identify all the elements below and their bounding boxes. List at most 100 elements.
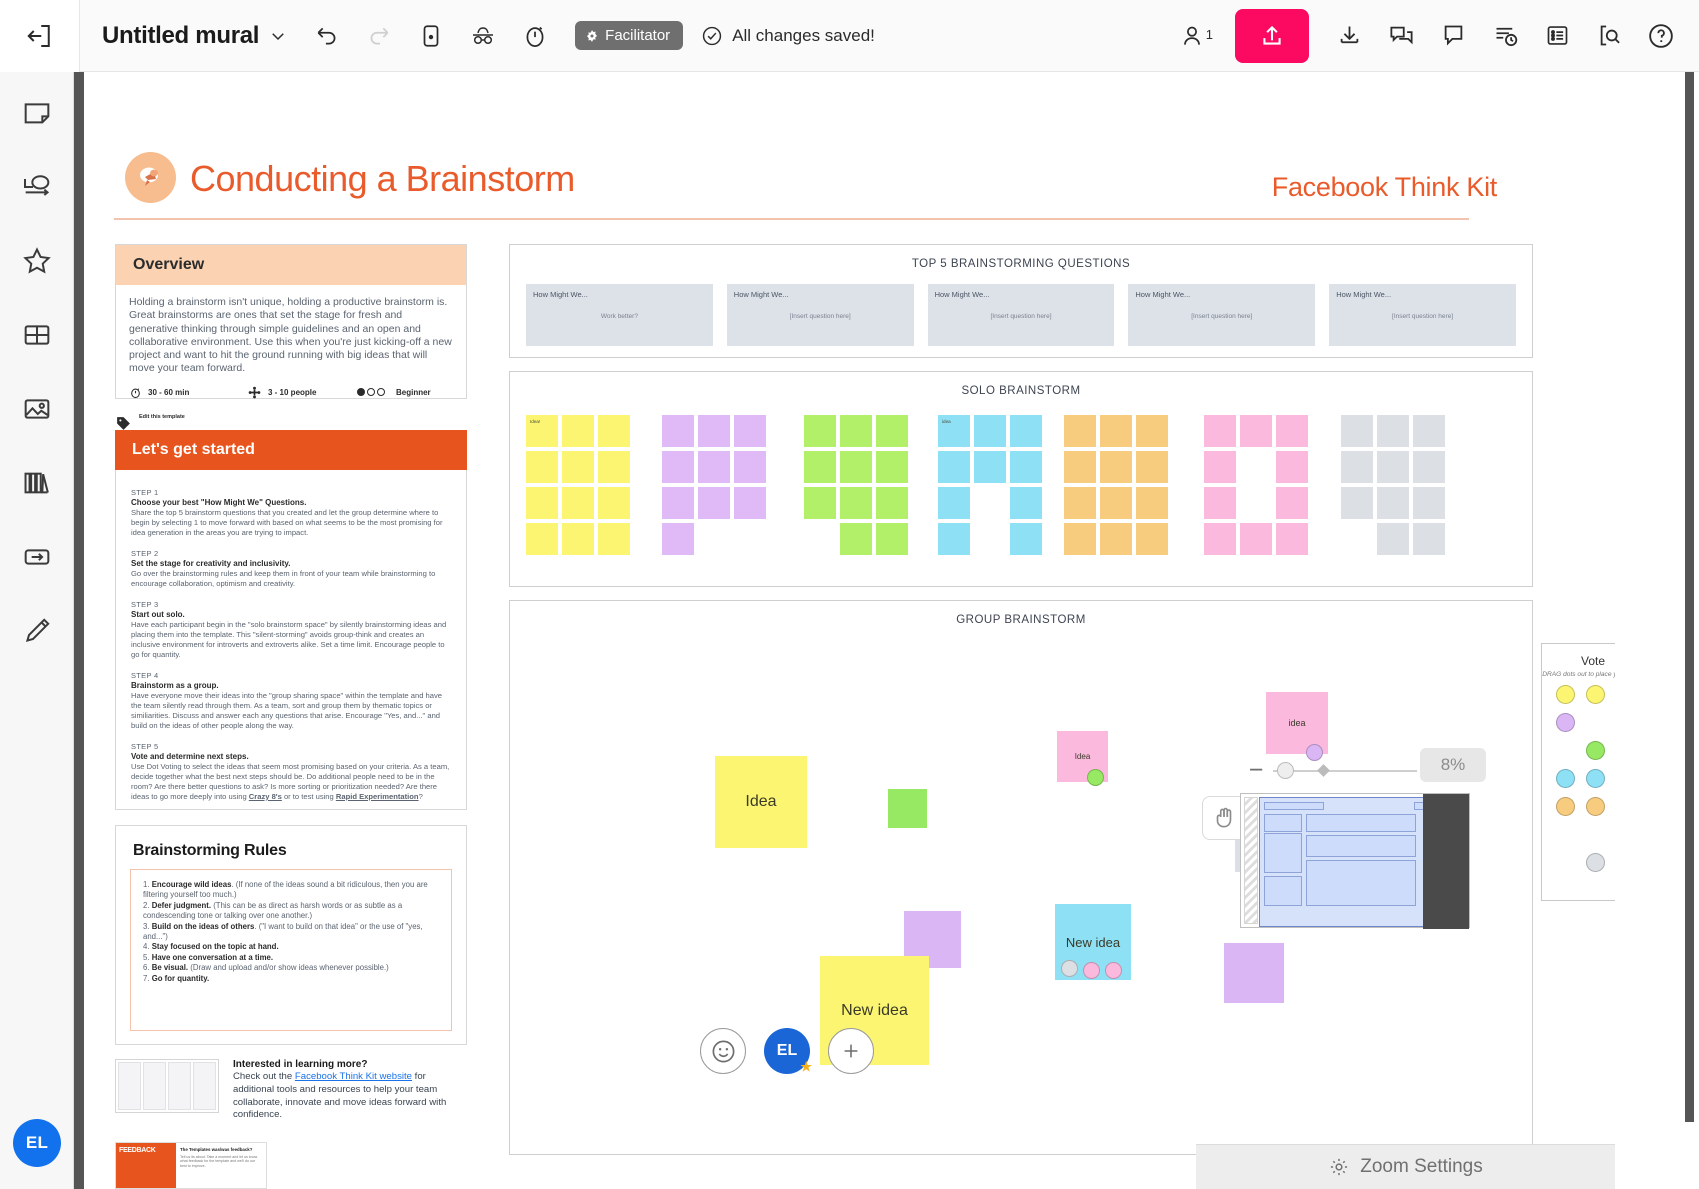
- sticky-note[interactable]: idea: [1266, 692, 1328, 761]
- activity-button[interactable]: [1483, 14, 1527, 58]
- sticky-note[interactable]: [662, 487, 694, 519]
- emoji-reaction-icon[interactable]: [700, 1028, 746, 1074]
- sticky-note[interactable]: Idea: [1057, 731, 1108, 786]
- sticky-note[interactable]: [1377, 451, 1409, 483]
- sticky-note[interactable]: [1010, 451, 1042, 483]
- sticky-note[interactable]: [1413, 487, 1445, 519]
- image-icon[interactable]: [14, 386, 60, 432]
- zoom-slider-track[interactable]: [1273, 761, 1417, 779]
- download-button[interactable]: [1327, 14, 1371, 58]
- sticky-note[interactable]: [662, 415, 694, 447]
- sticky-note[interactable]: [1136, 523, 1168, 555]
- sticky-note[interactable]: [804, 487, 836, 519]
- sticky-note[interactable]: [1341, 451, 1373, 483]
- vote-dot[interactable]: [1556, 769, 1575, 788]
- exit-icon[interactable]: [0, 0, 80, 72]
- mural-title[interactable]: Untitled mural: [102, 22, 259, 50]
- sticky-note[interactable]: [1224, 943, 1284, 1003]
- feedback-card[interactable]: FEEDBACK The Templates was/was feedback?…: [115, 1142, 267, 1189]
- sticky-note[interactable]: [1341, 415, 1373, 447]
- timer-icon[interactable]: [513, 14, 557, 58]
- sticky-note[interactable]: [734, 415, 766, 447]
- sticky-note[interactable]: [1204, 415, 1236, 447]
- sticky-note[interactable]: [1240, 523, 1272, 555]
- canvas[interactable]: Conducting a Brainstorm Facebook Think K…: [84, 72, 1699, 1189]
- sticky-note[interactable]: [662, 451, 694, 483]
- sticky-note[interactable]: [1204, 487, 1236, 519]
- sticky-note[interactable]: [562, 487, 594, 519]
- private-mode-icon[interactable]: [461, 14, 505, 58]
- outline-button[interactable]: [1535, 14, 1579, 58]
- comment-button[interactable]: [1431, 14, 1475, 58]
- vote-dot[interactable]: [1556, 713, 1575, 732]
- sticky-note-icon[interactable]: [14, 90, 60, 136]
- sticky-note[interactable]: [598, 487, 630, 519]
- sticky-note[interactable]: [1010, 523, 1042, 555]
- think-kit-link[interactable]: Facebook Think Kit website: [295, 1071, 412, 1082]
- sticky-note[interactable]: [1064, 523, 1096, 555]
- sticky-note[interactable]: [1413, 451, 1445, 483]
- question-card[interactable]: How Might We... [Insert question here]: [927, 284, 1115, 346]
- question-card[interactable]: How Might We... [Insert question here]: [1128, 284, 1316, 346]
- sticky-note[interactable]: [1064, 415, 1096, 447]
- sticky-note[interactable]: [876, 523, 908, 555]
- vote-dot[interactable]: [1556, 797, 1575, 816]
- sticky-note[interactable]: [1136, 487, 1168, 519]
- help-button[interactable]: [1639, 14, 1683, 58]
- sticky-note[interactable]: [974, 415, 1006, 447]
- zoom-settings-bar[interactable]: Zoom Settings: [1196, 1144, 1615, 1189]
- zoom-slider-row[interactable]: − +: [1245, 756, 1445, 785]
- sticky-note[interactable]: Idea!: [526, 415, 558, 447]
- vote-dot[interactable]: [1586, 797, 1605, 816]
- find-button[interactable]: [1587, 14, 1631, 58]
- sticky-note[interactable]: [698, 451, 730, 483]
- framework-grid-icon[interactable]: [14, 312, 60, 358]
- vote-dot[interactable]: [1586, 853, 1605, 872]
- presence-avatar-me[interactable]: EL ★: [764, 1028, 812, 1074]
- sticky-note[interactable]: [1010, 415, 1042, 447]
- canvas-vertical-scrollbar[interactable]: [1685, 72, 1694, 1122]
- sticky-note[interactable]: [526, 523, 558, 555]
- sticky-note[interactable]: [734, 451, 766, 483]
- template-thumbnails[interactable]: [115, 1059, 219, 1113]
- sticky-note[interactable]: [1276, 523, 1308, 555]
- sticky-note[interactable]: [1064, 451, 1096, 483]
- sticky-note[interactable]: idea: [938, 415, 970, 447]
- crazy-eights-link[interactable]: Crazy 8's: [249, 792, 282, 801]
- sticky-note[interactable]: [1377, 487, 1409, 519]
- vote-dot[interactable]: [1061, 960, 1078, 977]
- members-button[interactable]: 1: [1179, 23, 1213, 49]
- chevron-down-icon[interactable]: [269, 27, 287, 45]
- sticky-note[interactable]: [1413, 415, 1445, 447]
- library-icon[interactable]: [14, 460, 60, 506]
- solo-brainstorm-panel[interactable]: SOLO BRAINSTORM Idea! idea: [509, 371, 1533, 587]
- sticky-note[interactable]: [698, 487, 730, 519]
- overview-card[interactable]: Overview Holding a brainstorm isn't uniq…: [115, 244, 467, 399]
- sticky-note[interactable]: [526, 487, 558, 519]
- vote-dot[interactable]: [1556, 685, 1575, 704]
- user-avatar[interactable]: EL: [13, 1119, 61, 1167]
- vote-dot[interactable]: [1586, 741, 1605, 760]
- sticky-note[interactable]: [1276, 487, 1308, 519]
- sticky-note[interactable]: Idea: [715, 756, 807, 848]
- sticky-note[interactable]: [840, 523, 872, 555]
- chat-button[interactable]: [1379, 14, 1423, 58]
- sticky-note[interactable]: [804, 415, 836, 447]
- steps-card[interactable]: STEP 1 Choose your best "How Might We" Q…: [115, 470, 467, 810]
- vote-dot[interactable]: [1586, 685, 1605, 704]
- solo-sticky-grid[interactable]: Idea! idea: [526, 415, 1516, 575]
- icons-star-icon[interactable]: [14, 238, 60, 284]
- question-card[interactable]: How Might We... [Insert question here]: [726, 284, 914, 346]
- sticky-note[interactable]: [734, 487, 766, 519]
- share-button[interactable]: [1235, 8, 1309, 63]
- sticky-note[interactable]: [526, 451, 558, 483]
- sticky-note[interactable]: [562, 523, 594, 555]
- sticky-note[interactable]: [804, 451, 836, 483]
- zoom-percent-badge[interactable]: 8%: [1420, 748, 1486, 782]
- sticky-note[interactable]: [1136, 415, 1168, 447]
- questions-panel[interactable]: TOP 5 BRAINSTORMING QUESTIONS How Might …: [509, 244, 1533, 358]
- sticky-note[interactable]: [938, 487, 970, 519]
- question-card[interactable]: How Might We... [Insert question here]: [1329, 284, 1516, 346]
- sticky-note[interactable]: [974, 451, 1006, 483]
- sticky-note[interactable]: [562, 415, 594, 447]
